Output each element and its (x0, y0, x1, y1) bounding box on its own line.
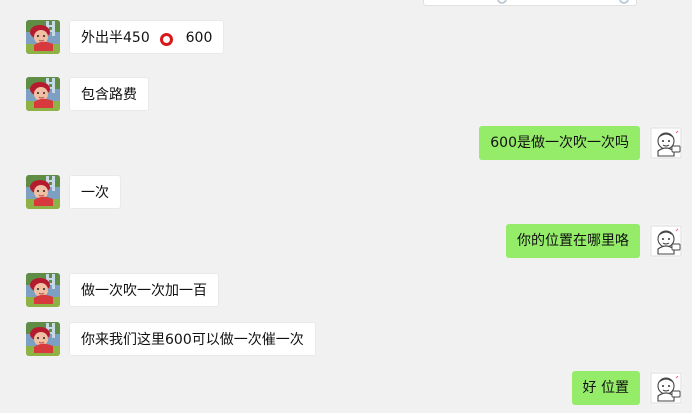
message-text: 600 (185, 30, 213, 46)
incoming-message-bubble[interactable]: 外出半450 600 (69, 20, 225, 54)
outgoing-message-bubble[interactable]: 你的位置在哪里咯 (506, 224, 640, 258)
message-row: 你来我们这里600可以做一次催一次 (0, 322, 692, 356)
message-row: 外出半450 600 (0, 20, 692, 54)
incoming-message-bubble[interactable]: 包含路费 (69, 77, 149, 111)
contact-avatar[interactable] (26, 175, 60, 209)
incoming-message-bubble[interactable]: 你来我们这里600可以做一次催一次 (69, 322, 316, 356)
incoming-message-bubble[interactable]: 一次 (69, 175, 121, 209)
message-row: 一次 (0, 175, 692, 209)
self-avatar[interactable] (649, 224, 683, 258)
red-circle-icon (160, 33, 174, 46)
message-text: 你来我们这里600可以做一次催一次 (81, 332, 304, 348)
self-avatar[interactable] (649, 371, 683, 405)
previous-message-fragment (423, 0, 637, 6)
chat-message-area[interactable]: 外出半450 600 包含路费 600是做一次吹一次吗 一次 你的位置在哪里咯 (0, 0, 692, 413)
message-text: 做一次吹一次加一百 (81, 283, 207, 299)
message-row: 好 位置 (0, 371, 692, 405)
message-row: 你的位置在哪里咯 (0, 224, 692, 258)
message-text: 一次 (81, 185, 109, 201)
message-row: 做一次吹一次加一百 (0, 273, 692, 307)
self-avatar[interactable] (649, 126, 683, 160)
message-text: 外出半450 (81, 30, 150, 46)
message-row: 包含路费 (0, 77, 692, 111)
contact-avatar[interactable] (26, 77, 60, 111)
message-text: 好 位置 (582, 380, 629, 396)
message-text: 600是做一次吹一次吗 (490, 135, 629, 151)
contact-avatar[interactable] (26, 20, 60, 54)
message-text: 你的位置在哪里咯 (517, 233, 629, 249)
message-row: 600是做一次吹一次吗 (0, 126, 692, 160)
outgoing-message-bubble[interactable]: 好 位置 (571, 371, 640, 405)
contact-avatar[interactable] (26, 273, 60, 307)
attachment-icon (497, 0, 507, 4)
message-text: 包含路费 (81, 87, 137, 103)
contact-avatar[interactable] (26, 322, 60, 356)
incoming-message-bubble[interactable]: 做一次吹一次加一百 (69, 273, 219, 307)
outgoing-message-bubble[interactable]: 600是做一次吹一次吗 (479, 126, 640, 160)
attachment-icon (619, 0, 629, 4)
